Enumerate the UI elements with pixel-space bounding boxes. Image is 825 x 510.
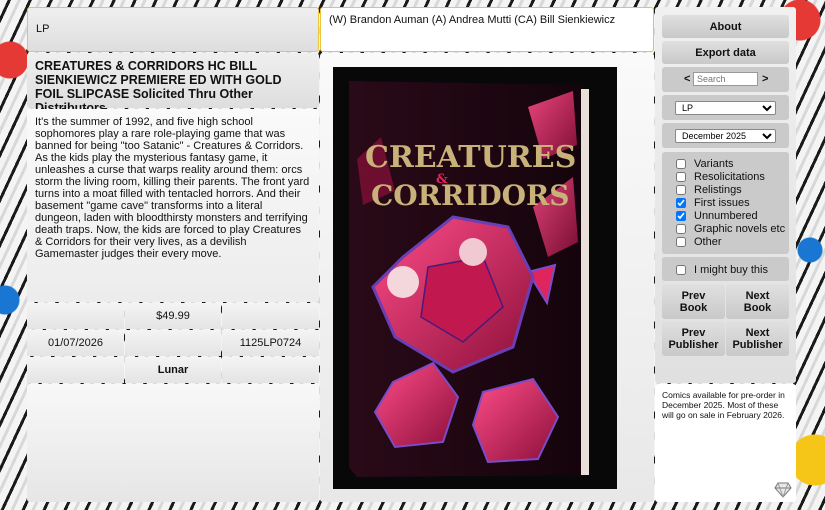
info-cell-empty <box>27 357 124 383</box>
book-description: It's the summer of 1992, and five high s… <box>27 109 319 302</box>
about-button[interactable]: About <box>662 15 789 38</box>
might-buy-label: I might buy this <box>694 263 768 276</box>
next-publisher-button[interactable]: Next Publisher <box>726 321 789 356</box>
filter-input[interactable] <box>676 158 686 169</box>
filter-label: Graphic novels etc <box>694 222 786 235</box>
filter-input[interactable] <box>676 210 686 221</box>
cover-title-line2: CORRIDORS <box>371 179 569 212</box>
preorder-notice-text: Comics available for pre-order in Decemb… <box>662 390 785 420</box>
filter-input[interactable] <box>676 236 686 247</box>
creators-credits: (W) Brandon Auman (A) Andrea Mutti (CA) … <box>320 7 654 52</box>
prev-book-label: Prev Book <box>679 289 708 314</box>
filter-label: First issues <box>694 196 750 209</box>
release-date-cell: 01/07/2026 <box>27 330 124 356</box>
filter-input[interactable] <box>676 171 686 182</box>
filter-checkbox[interactable]: Unnumbered <box>676 209 758 222</box>
filter-checkbox[interactable]: Graphic novels etc <box>676 222 785 235</box>
search-prev-arrow[interactable]: < <box>684 73 690 85</box>
filter-label: Unnumbered <box>694 209 758 222</box>
filter-checkbox[interactable]: Other <box>676 235 722 248</box>
book-description-text: It's the summer of 1992, and five high s… <box>35 116 310 260</box>
search-next-arrow[interactable]: > <box>762 73 768 85</box>
filter-checkbox[interactable]: First issues <box>676 196 750 209</box>
publisher-filter-display: LP <box>27 7 319 52</box>
info-cell-empty <box>125 330 221 356</box>
diamond-logo-icon <box>774 482 792 498</box>
book-title: CREATURES & CORRIDORS HC BILL SIENKIEWIC… <box>27 53 319 115</box>
might-buy-checkbox[interactable]: I might buy this <box>676 263 768 276</box>
info-cell-empty <box>27 303 124 329</box>
filter-input[interactable] <box>676 184 686 195</box>
filter-checkbox[interactable]: Relistings <box>676 183 742 196</box>
search-input[interactable] <box>693 72 758 86</box>
next-publisher-label: Next Publisher <box>732 326 783 351</box>
export-label: Export data <box>695 46 756 59</box>
blank-panel <box>27 384 319 502</box>
cover-art: CREATURES & CORRIDORS <box>333 67 617 489</box>
about-label: About <box>709 20 742 33</box>
month-select[interactable]: December 2025 <box>675 129 776 143</box>
filter-checkbox[interactable]: Variants <box>676 157 734 170</box>
filter-label: Other <box>694 235 722 248</box>
price-value: $49.99 <box>156 310 190 322</box>
cover-image[interactable]: CREATURES & CORRIDORS <box>333 67 617 489</box>
distributor-cell: Lunar <box>125 357 221 383</box>
prev-publisher-label: Prev Publisher <box>668 326 719 351</box>
item-code-value: 1125LP0724 <box>239 337 302 349</box>
filter-label: Relistings <box>694 183 742 196</box>
filter-label: Resolicitations <box>694 170 765 183</box>
filter-input[interactable] <box>676 223 686 234</box>
might-buy-input[interactable] <box>676 264 686 275</box>
book-title-text: CREATURES & CORRIDORS HC BILL SIENKIEWIC… <box>35 59 282 115</box>
release-date-value: 01/07/2026 <box>47 337 104 349</box>
export-data-button[interactable]: Export data <box>662 41 789 64</box>
next-book-button[interactable]: Next Book <box>726 284 789 319</box>
cover-title-line1: CREATURES <box>365 140 576 175</box>
creators-text: (W) Brandon Auman (A) Andrea Mutti (CA) … <box>329 14 616 26</box>
filter-checkbox[interactable]: Resolicitations <box>676 170 765 183</box>
next-book-label: Next Book <box>743 289 772 314</box>
info-cell-empty <box>222 357 319 383</box>
distributor-value: Lunar <box>157 364 189 376</box>
price-cell: $49.99 <box>125 303 221 329</box>
item-code-cell: 1125LP0724 <box>222 330 319 356</box>
prev-publisher-button[interactable]: Prev Publisher <box>662 321 725 356</box>
filter-input[interactable] <box>676 197 686 208</box>
publisher-code: LP <box>36 23 50 35</box>
prev-book-button[interactable]: Prev Book <box>662 284 725 319</box>
filter-label: Variants <box>694 157 734 170</box>
info-cell-empty <box>222 303 319 329</box>
publisher-select[interactable]: LP <box>675 101 776 115</box>
